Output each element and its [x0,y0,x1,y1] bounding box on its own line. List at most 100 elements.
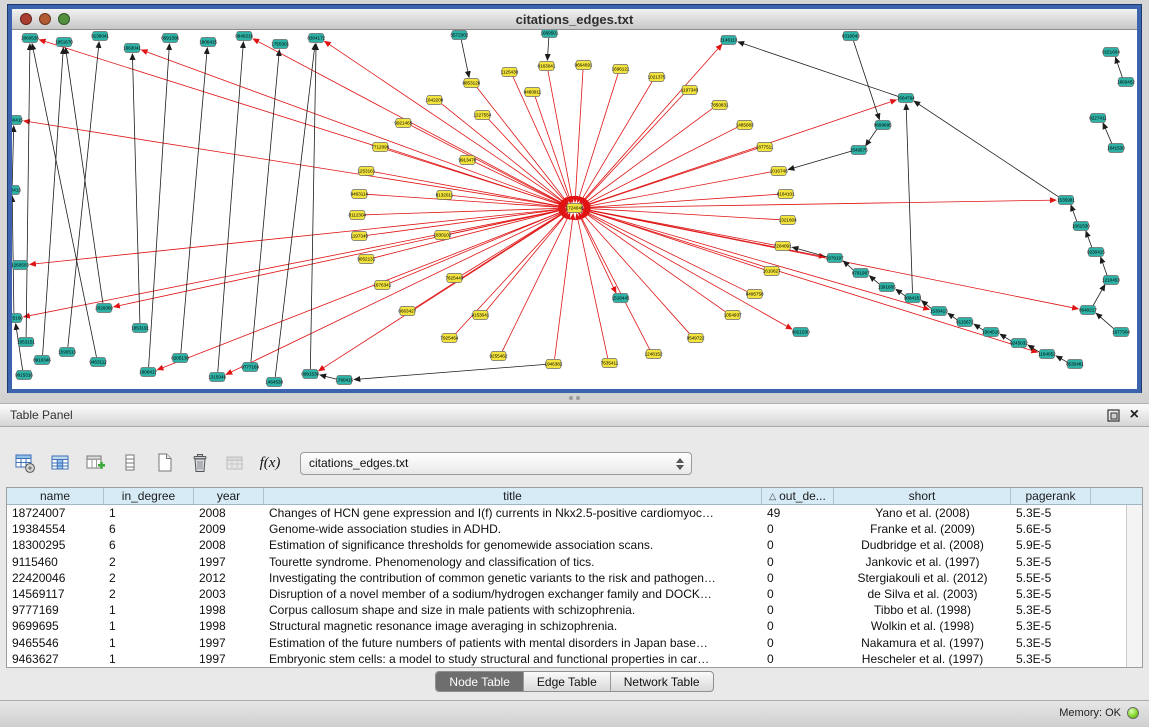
cell-year[interactable]: 1997 [194,636,264,650]
cell-out-de-[interactable]: 0 [762,538,834,552]
graph-node[interactable]: 8460911 [524,88,542,97]
cell-pagerank[interactable]: 5.3E-5 [1011,652,1091,666]
graph-node[interactable]: 1669501 [541,30,559,38]
cell-short[interactable]: Tibbo et al. (1998) [834,603,1011,617]
graph-node[interactable]: 8663427 [398,307,416,316]
graph-node[interactable]: 1053151 [17,338,35,347]
column-header-in-degree[interactable]: in_degree [104,488,194,504]
table-row[interactable]: 969969511998Structural magnetic resonanc… [7,618,1127,634]
graph-node[interactable]: 1663041 [123,44,141,53]
import-table-button[interactable] [222,450,248,476]
graph-node[interactable]: 1946382 [545,360,563,369]
cell-title[interactable]: Investigating the contribution of common… [264,571,762,585]
cell-title[interactable]: Estimation of significance thresholds fo… [264,538,762,552]
graph-node[interactable]: 8560413 [12,186,21,195]
graph-node[interactable]: 8227411 [1089,114,1107,123]
graph-node[interactable]: 7925464 [440,334,458,343]
graph-node[interactable]: 9325160 [12,314,23,323]
cell-pagerank[interactable]: 5.3E-5 [1011,636,1091,650]
graph-node[interactable]: 1853191 [131,324,149,333]
cell-name[interactable]: 9699695 [7,619,104,633]
table-row[interactable]: 977716911998Corpus callosum shape and si… [7,602,1127,618]
cell-name[interactable]: 18724007 [7,506,104,520]
graph-node[interactable]: 8304172 [307,34,325,43]
cell-year[interactable]: 2003 [194,587,264,601]
graph-node[interactable]: 9777169 [241,363,259,372]
graph-node[interactable]: 1125430 [501,68,519,77]
table-vertical-scrollbar[interactable] [1126,505,1142,667]
graph-node[interactable]: 1904516 [982,328,1000,337]
graph-node[interactable]: 1464530 [265,378,283,387]
graph-node[interactable]: 9136041 [91,32,109,41]
cell-in-degree[interactable]: 1 [104,652,194,666]
tab-node-table[interactable]: Node Table [436,672,524,691]
cell-short[interactable]: Jankovic et al. (1997) [834,555,1011,569]
select-columns-button[interactable] [47,450,73,476]
graph-node[interactable]: 1210453 [1102,276,1120,285]
cell-title[interactable]: Structural magnetic resonance image aver… [264,619,762,633]
graph-node[interactable]: 8991530 [301,370,319,379]
graph-node[interactable]: 1906417 [139,368,157,377]
graph-node[interactable]: 9913470 [458,156,476,165]
cell-in-degree[interactable]: 2 [104,555,194,569]
edit-columns-button[interactable] [82,450,108,476]
table-row[interactable]: 946554611997Estimation of the future num… [7,635,1127,651]
graph-node[interactable]: 1054937 [724,311,742,320]
graph-node[interactable]: 1641530 [1107,144,1125,153]
graph-node[interactable]: 1724046 [566,204,584,213]
graph-node[interactable]: 1590513 [58,348,76,357]
table-row[interactable]: 1830029562008Estimation of significance … [7,537,1127,553]
float-panel-icon[interactable] [1107,409,1120,422]
cell-out-de-[interactable]: 0 [762,571,834,585]
column-header-short[interactable]: short [834,488,1011,504]
cell-title[interactable]: Changes of HCN gene expression and I(f) … [264,506,762,520]
graph-node[interactable]: 1248152 [645,350,663,359]
graph-node[interactable]: 8591306 [161,34,179,43]
new-table-button[interactable] [152,450,178,476]
graph-node[interactable]: 1930415 [12,116,23,125]
column-header-title[interactable]: title [264,488,762,504]
cell-short[interactable]: de Silva et al. (2003) [834,587,1011,601]
graph-node[interactable]: 1485083 [736,121,754,130]
graph-node[interactable]: 9052131 [357,255,375,264]
graph-node[interactable]: 8495758 [746,290,764,299]
graph-node[interactable]: 7625443 [445,274,463,283]
cell-short[interactable]: Yano et al. (2008) [834,506,1011,520]
cell-pagerank[interactable]: 5.3E-5 [1011,506,1091,520]
table-row[interactable]: 2242004622012Investigating the contribut… [7,570,1127,586]
graph-node[interactable]: 1830102 [433,231,451,240]
graph-node[interactable]: 8791907 [852,269,870,278]
cell-name[interactable]: 19384554 [7,522,104,536]
graph-node[interactable]: 1535981 [1057,196,1075,205]
graph-node[interactable]: 1755301 [271,40,289,49]
graph-node[interactable]: 7712099 [371,143,389,152]
split-divider[interactable] [0,393,1149,403]
graph-node[interactable]: 1227554 [473,111,491,120]
graph-node[interactable]: 1664794 [897,94,915,103]
graph-node[interactable]: 1021375 [648,73,666,82]
network-graph[interactable]: 1724046194638292554627925464866342718763… [12,30,1137,389]
cell-year[interactable]: 1998 [194,619,264,633]
cell-pagerank[interactable]: 5.3E-5 [1011,587,1091,601]
graph-node[interactable]: 1016748 [770,167,788,176]
graph-node[interactable]: 9230415 [1087,248,1105,257]
column-header-year[interactable]: year [194,488,264,504]
table-selector-dropdown[interactable]: citations_edges.txt [300,452,692,475]
graph-node[interactable]: 9015316 [15,371,33,380]
graph-node[interactable]: 1642208 [425,96,443,105]
tab-network-table[interactable]: Network Table [611,672,713,691]
cell-in-degree[interactable]: 2 [104,587,194,601]
graph-node[interactable]: 7850831 [711,101,729,110]
graph-node[interactable]: 1876341 [373,281,391,290]
graph-node[interactable]: 8132011 [436,191,454,200]
cell-in-degree[interactable]: 1 [104,619,194,633]
graph-node[interactable]: 2026050 [95,304,113,313]
graph-node[interactable]: 1518445 [612,294,630,303]
cell-title[interactable]: Tourette syndrome. Phenomenology and cla… [264,555,762,569]
network-canvas[interactable]: 1724046194638292554627925464866342718763… [12,30,1137,389]
graph-node[interactable]: 1679197 [826,254,844,263]
graph-node[interactable]: 1877511 [756,143,774,152]
close-window-button[interactable] [20,13,32,25]
graph-node[interactable]: 1760415 [335,376,353,385]
cell-name[interactable]: 9463627 [7,652,104,666]
